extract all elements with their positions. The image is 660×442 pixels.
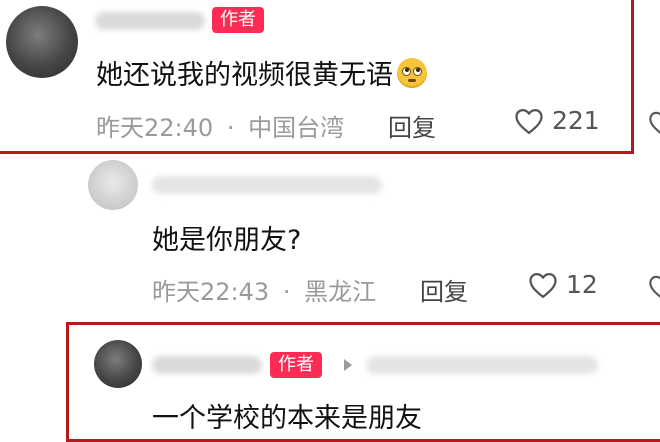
heart-icon[interactable] bbox=[648, 110, 660, 136]
location: 黑龙江 bbox=[304, 278, 377, 306]
like-count: 12 bbox=[566, 270, 598, 299]
avatar[interactable] bbox=[94, 340, 142, 388]
separator: · bbox=[282, 278, 291, 306]
timestamp: 昨天22:43 bbox=[152, 278, 270, 306]
reply-button[interactable]: 回复 bbox=[420, 272, 468, 307]
heart-icon bbox=[529, 272, 557, 298]
comment-meta: 昨天22:43 · 黑龙江 bbox=[152, 272, 376, 307]
author-badge: 作者 bbox=[270, 352, 322, 378]
heart-icon[interactable] bbox=[648, 274, 660, 300]
highlight-box bbox=[0, 0, 634, 154]
reply-to-username-blurred[interactable] bbox=[366, 356, 598, 374]
username-blurred[interactable] bbox=[152, 356, 262, 374]
username-blurred[interactable] bbox=[152, 176, 382, 194]
reply-arrow-icon bbox=[344, 359, 352, 371]
avatar[interactable] bbox=[88, 160, 138, 210]
like-button[interactable]: 12 bbox=[528, 270, 598, 299]
comment-text: 她是你朋友? bbox=[152, 225, 302, 256]
comment-text: 一个学校的本来是朋友 bbox=[152, 403, 422, 434]
